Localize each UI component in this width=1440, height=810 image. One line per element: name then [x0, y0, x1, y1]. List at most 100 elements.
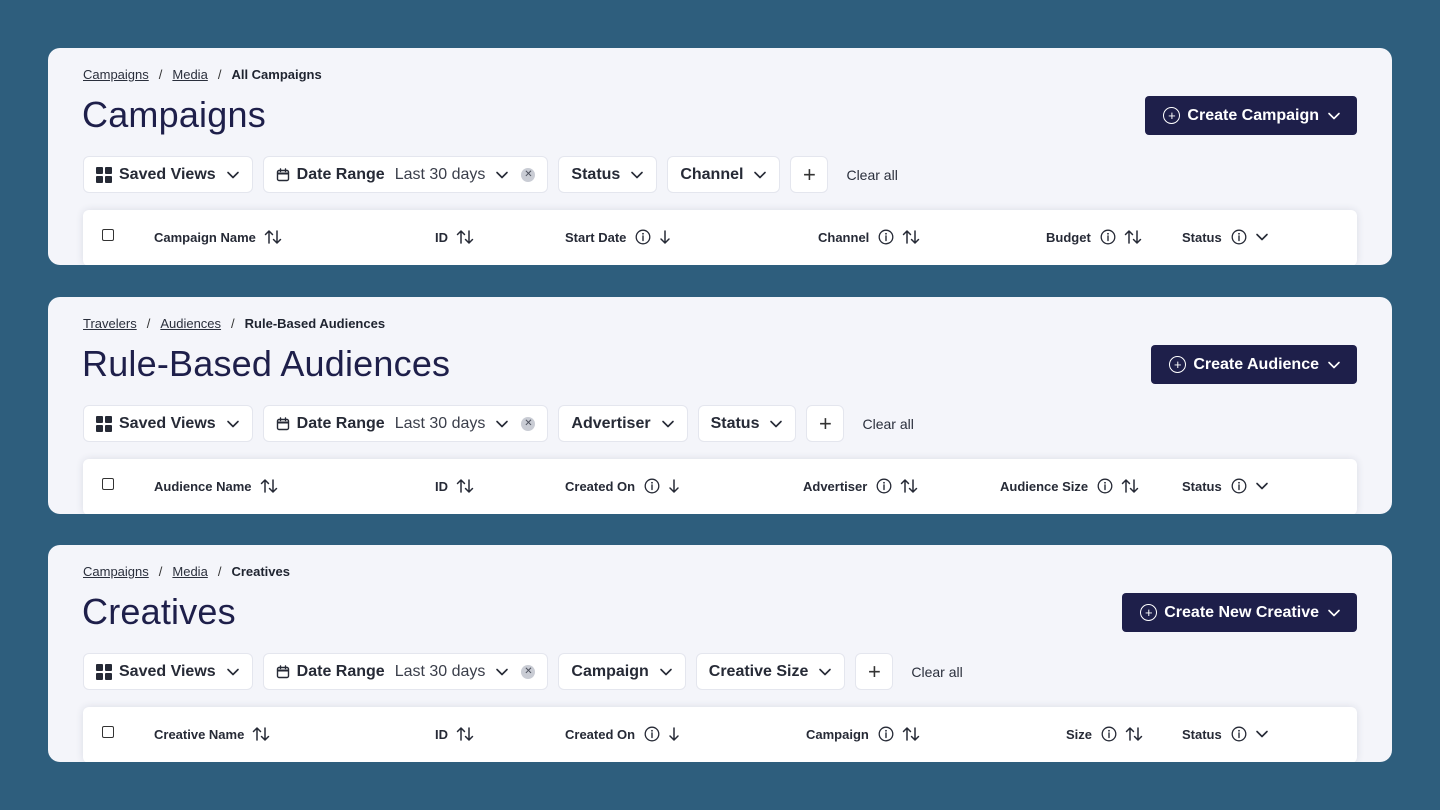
- filter-label: Advertiser: [571, 414, 651, 432]
- chevron-down-icon[interactable]: [1255, 479, 1269, 493]
- breadcrumb-link-travelers[interactable]: Travelers: [83, 316, 137, 331]
- saved-views-dropdown[interactable]: Saved Views: [83, 405, 253, 442]
- channel-filter[interactable]: Channel: [667, 156, 781, 193]
- sort-icon[interactable]: [456, 229, 474, 245]
- plus-circle-icon: +: [1140, 604, 1158, 621]
- column-header-advertiser[interactable]: Advertiser: [803, 459, 918, 513]
- chevron-down-icon: [226, 665, 240, 679]
- info-icon[interactable]: [878, 229, 894, 245]
- sort-icon[interactable]: [1124, 229, 1142, 245]
- chevron-down-icon: [661, 417, 675, 431]
- column-header-name[interactable]: Audience Name: [154, 459, 278, 513]
- column-header-budget[interactable]: Budget: [1046, 210, 1142, 264]
- info-icon[interactable]: [644, 726, 660, 742]
- create-new-creative-button[interactable]: + Create New Creative: [1122, 593, 1357, 632]
- sort-descending-icon[interactable]: [668, 726, 680, 742]
- clear-all-link[interactable]: Clear all: [911, 664, 962, 680]
- status-filter[interactable]: Status: [558, 156, 658, 193]
- breadcrumb-link-media[interactable]: Media: [172, 564, 207, 579]
- sort-icon[interactable]: [1121, 478, 1139, 494]
- campaign-filter[interactable]: Campaign: [558, 653, 686, 690]
- chevron-down-icon: [1327, 606, 1341, 620]
- column-header-created-on[interactable]: Created On: [565, 459, 680, 513]
- clear-filter-icon[interactable]: ✕: [521, 167, 536, 182]
- sort-icon[interactable]: [456, 478, 474, 494]
- breadcrumb-current: Creatives: [231, 564, 290, 579]
- filter-label: Status: [571, 165, 621, 183]
- date-range-label: Date Range: [296, 414, 385, 432]
- column-label: Audience Size: [1000, 478, 1089, 494]
- create-campaign-button[interactable]: + Create Campaign: [1145, 96, 1357, 135]
- clear-all-link[interactable]: Clear all: [862, 416, 913, 432]
- create-button-label: Create Campaign: [1187, 106, 1319, 124]
- info-icon[interactable]: [635, 229, 651, 245]
- date-range-filter[interactable]: Date Range Last 30 days ✕: [262, 405, 549, 442]
- saved-views-label: Saved Views: [119, 165, 216, 183]
- column-header-created-on[interactable]: Created On: [565, 707, 680, 761]
- sort-icon[interactable]: [456, 726, 474, 742]
- column-header-id[interactable]: ID: [435, 707, 474, 761]
- status-filter[interactable]: Status: [697, 405, 797, 442]
- sort-icon[interactable]: [902, 726, 920, 742]
- chevron-down-icon: [1327, 109, 1341, 123]
- info-icon[interactable]: [1231, 478, 1247, 494]
- sort-icon[interactable]: [252, 726, 270, 742]
- info-icon[interactable]: [1101, 726, 1117, 742]
- creative-size-filter[interactable]: Creative Size: [695, 653, 846, 690]
- column-header-status[interactable]: Status: [1182, 210, 1269, 264]
- column-label: Status: [1182, 478, 1222, 494]
- column-header-name[interactable]: Campaign Name: [154, 210, 282, 264]
- plus-icon: +: [867, 658, 881, 684]
- clear-filter-icon[interactable]: ✕: [521, 664, 536, 679]
- saved-views-dropdown[interactable]: Saved Views: [83, 653, 253, 690]
- sort-icon[interactable]: [264, 229, 282, 245]
- date-range-filter[interactable]: Date Range Last 30 days ✕: [262, 653, 549, 690]
- info-icon[interactable]: [1100, 229, 1116, 245]
- column-header-id[interactable]: ID: [435, 210, 474, 264]
- breadcrumb-link-campaigns[interactable]: Campaigns: [83, 564, 149, 579]
- column-header-size[interactable]: Size: [1066, 707, 1143, 761]
- sort-descending-icon[interactable]: [668, 478, 680, 494]
- clear-filter-icon[interactable]: ✕: [521, 416, 536, 431]
- column-header-id[interactable]: ID: [435, 459, 474, 513]
- advertiser-filter[interactable]: Advertiser: [558, 405, 688, 442]
- select-all-checkbox[interactable]: [102, 726, 114, 738]
- saved-views-dropdown[interactable]: Saved Views: [83, 156, 253, 193]
- column-header-status[interactable]: Status: [1182, 707, 1269, 761]
- date-range-filter[interactable]: Date Range Last 30 days ✕: [262, 156, 549, 193]
- add-filter-button[interactable]: +: [790, 156, 829, 193]
- breadcrumb-link-campaigns[interactable]: Campaigns: [83, 67, 149, 82]
- breadcrumb-link-audiences[interactable]: Audiences: [160, 316, 221, 331]
- column-header-audience-size[interactable]: Audience Size: [1000, 459, 1139, 513]
- column-header-campaign[interactable]: Campaign: [806, 707, 920, 761]
- plus-circle-icon: +: [1169, 356, 1187, 373]
- info-icon[interactable]: [644, 478, 660, 494]
- sort-icon[interactable]: [900, 478, 918, 494]
- sort-icon[interactable]: [1125, 726, 1143, 742]
- breadcrumb-link-media[interactable]: Media: [172, 67, 207, 82]
- date-range-label: Date Range: [296, 662, 385, 680]
- add-filter-button[interactable]: +: [855, 653, 894, 690]
- add-filter-button[interactable]: +: [806, 405, 845, 442]
- select-all-checkbox[interactable]: [102, 478, 114, 490]
- column-header-name[interactable]: Creative Name: [154, 707, 270, 761]
- chevron-down-icon[interactable]: [1255, 230, 1269, 244]
- info-icon[interactable]: [876, 478, 892, 494]
- create-audience-button[interactable]: + Create Audience: [1151, 345, 1357, 384]
- clear-all-link[interactable]: Clear all: [846, 167, 897, 183]
- calendar-icon: [276, 168, 290, 182]
- info-icon[interactable]: [1231, 229, 1247, 245]
- column-header-status[interactable]: Status: [1182, 459, 1269, 513]
- info-icon[interactable]: [1097, 478, 1113, 494]
- select-all-checkbox[interactable]: [102, 229, 114, 241]
- sort-icon[interactable]: [902, 229, 920, 245]
- column-header-start-date[interactable]: Start Date: [565, 210, 671, 264]
- column-header-channel[interactable]: Channel: [818, 210, 920, 264]
- sort-descending-icon[interactable]: [659, 229, 671, 245]
- column-label: Campaign: [806, 726, 869, 742]
- chevron-down-icon[interactable]: [1255, 727, 1269, 741]
- info-icon[interactable]: [878, 726, 894, 742]
- sort-icon[interactable]: [260, 478, 278, 494]
- column-label: Advertiser: [803, 478, 868, 494]
- info-icon[interactable]: [1231, 726, 1247, 742]
